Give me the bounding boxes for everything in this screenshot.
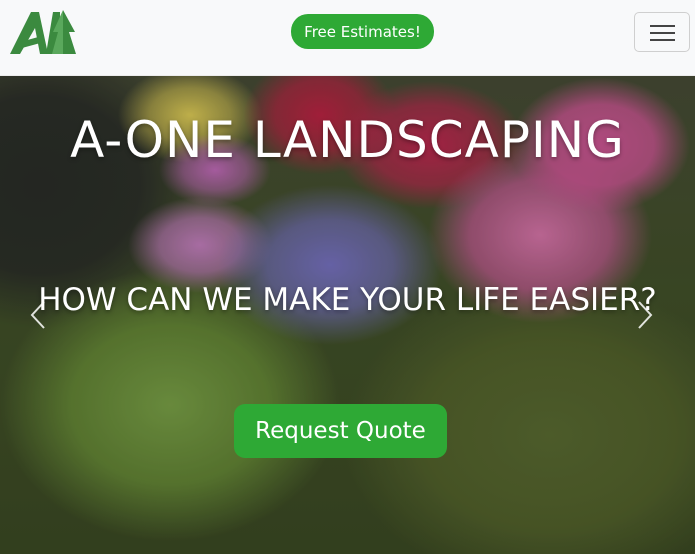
navbar: Free Estimates! <box>0 0 695 76</box>
hamburger-menu-icon <box>650 25 675 27</box>
a-one-tree-logo-icon <box>10 10 76 54</box>
hero-title: A-ONE LANDSCAPING <box>70 111 625 169</box>
free-estimates-button[interactable]: Free Estimates! <box>291 14 434 49</box>
carousel-next-button[interactable] <box>625 295 665 335</box>
hamburger-line <box>650 32 675 34</box>
menu-toggle-button[interactable] <box>634 12 690 52</box>
chevron-left-icon <box>30 301 45 329</box>
brand-logo[interactable] <box>8 6 78 58</box>
chevron-right-icon <box>638 301 653 329</box>
carousel-prev-button[interactable] <box>18 295 58 335</box>
hero-subtitle: HOW CAN WE MAKE YOUR LIFE EASIER? <box>38 282 657 318</box>
hamburger-line <box>650 39 675 41</box>
request-quote-button[interactable]: Request Quote <box>234 404 447 458</box>
hero-carousel: A-ONE LANDSCAPING HOW CAN WE MAKE YOUR L… <box>0 75 695 554</box>
